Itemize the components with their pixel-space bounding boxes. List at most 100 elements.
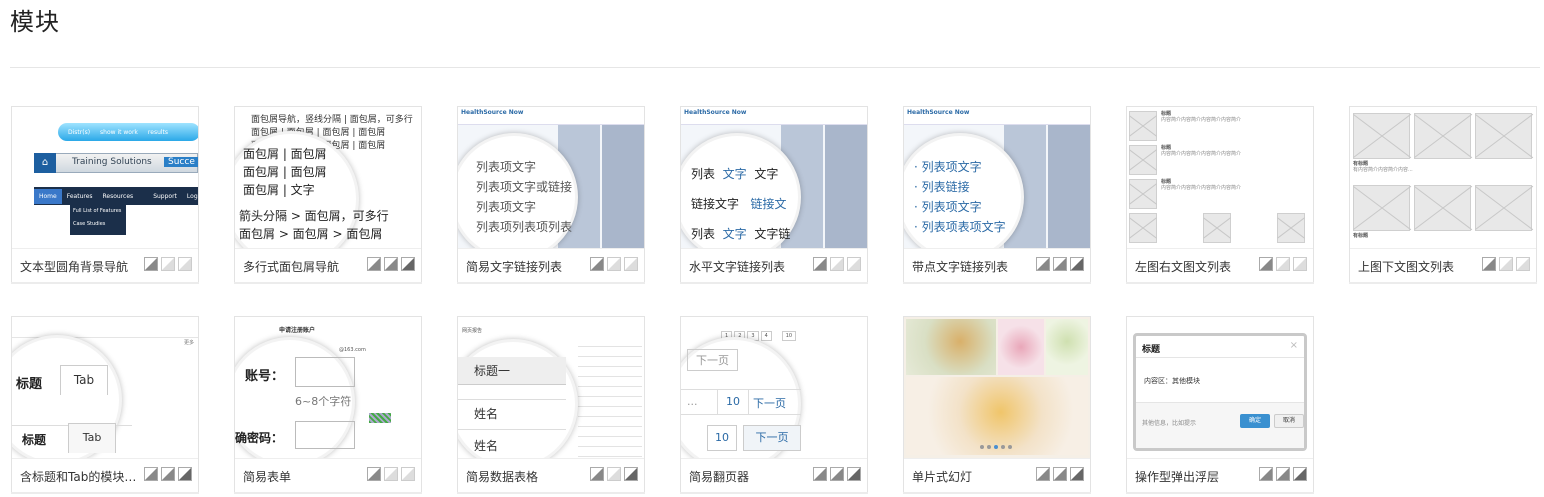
module-card[interactable]: 更多 标题 Tab 标题 Tab 含标题和Tab的模块…	[11, 316, 199, 492]
diagonal-icon[interactable]	[367, 257, 381, 271]
next-button[interactable]: 下一页	[753, 395, 786, 411]
table-caption: 网页报告	[462, 328, 483, 334]
corner-icon[interactable]	[1516, 257, 1530, 271]
module-card[interactable]: HealthSource Now 列表 文字 文字 链接文字 链接文 列表 文字…	[680, 106, 868, 282]
card-label: 水平文字链接列表	[689, 260, 786, 274]
step-icon[interactable]	[1276, 257, 1290, 271]
corner-icon[interactable]	[1293, 257, 1307, 271]
corner-icon[interactable]	[1070, 257, 1084, 271]
corner-icon[interactable]	[624, 467, 638, 481]
arrow-step: Training Solutions	[72, 157, 152, 167]
corner-icon[interactable]	[847, 467, 861, 481]
step-icon[interactable]	[830, 257, 844, 271]
diagonal-icon[interactable]	[1036, 257, 1050, 271]
pill-item: Distr(s)	[68, 128, 91, 136]
list-link: 文字	[722, 167, 747, 181]
thumbnail-top-image-list: 有标题 有内容简介内容简介内容... 有标题	[1350, 107, 1536, 248]
list-item: 列表项文字	[476, 160, 537, 174]
card-icons	[1259, 467, 1307, 481]
card-label: 含标题和Tab的模块…	[20, 470, 137, 484]
cancel-button[interactable]: 取消	[1274, 414, 1304, 428]
thumbnail-simple-link-list: HealthSource Now 列表项文字 列表项文字或链接 列表项文字 列表…	[458, 107, 644, 248]
corner-icon[interactable]	[401, 467, 415, 481]
page-num[interactable]: 10	[707, 425, 737, 451]
diagonal-icon[interactable]	[813, 257, 827, 271]
corner-icon[interactable]	[1070, 467, 1084, 481]
module-card[interactable]: 标题 × 内容区：其他模块 其他信息，比如提示 确定 取消 操作型弹出浮层	[1126, 316, 1314, 492]
captcha-image	[369, 413, 391, 423]
diagonal-icon[interactable]	[144, 257, 158, 271]
step-icon[interactable]	[1276, 467, 1290, 481]
breadcrumb-large: 面包屑 | 面包屑	[243, 165, 327, 179]
field-hint: 6~8个字符	[295, 395, 352, 408]
list-link: 列表链接	[921, 180, 970, 194]
ok-button[interactable]: 确定	[1240, 414, 1270, 428]
diagonal-icon[interactable]	[144, 467, 158, 481]
divider	[10, 67, 1540, 68]
next-button-disabled[interactable]: 下一页	[687, 349, 738, 371]
step-icon[interactable]	[161, 257, 175, 271]
tab[interactable]: Tab	[68, 423, 116, 453]
step-icon[interactable]	[607, 257, 621, 271]
page-num[interactable]: 10	[717, 389, 749, 415]
step-icon[interactable]	[1053, 257, 1067, 271]
list-item: 列表项文字或链接	[476, 180, 573, 194]
table-cell: 姓名	[474, 439, 499, 453]
corner-icon[interactable]	[624, 257, 638, 271]
thumbnail-slideshow	[904, 317, 1090, 458]
item-desc: 有内容简介内容简介内容...	[1353, 167, 1413, 173]
step-icon[interactable]	[384, 467, 398, 481]
step-icon[interactable]	[1499, 257, 1513, 271]
card-label: 操作型弹出浮层	[1135, 470, 1220, 484]
module-card[interactable]: 面包屑导航，竖线分隔 | 面包屑，可多行 面包屑 | 面包屑 | 面包屑 | 面…	[234, 106, 422, 282]
item-desc: 内容简介内容简介内容简介内容简介	[1161, 185, 1242, 191]
module-card[interactable]: 网页报告 标题一 姓名 姓名 简易数据表格	[457, 316, 645, 492]
card-icons	[590, 257, 638, 271]
next-button[interactable]: 下一页	[743, 425, 801, 451]
diagonal-icon[interactable]	[590, 467, 604, 481]
module-card[interactable]: 单片式幻灯	[903, 316, 1091, 492]
list-link: 链接文	[750, 197, 787, 211]
breadcrumb-large: 面包屑 | 文字	[243, 183, 315, 197]
card-icons	[144, 467, 192, 481]
page-num[interactable]: 4	[760, 331, 772, 341]
module-card[interactable]: HealthSource Now 列表项文字 列表项文字或链接 列表项文字 列表…	[457, 106, 645, 282]
step-icon[interactable]	[1053, 467, 1067, 481]
slide-dots[interactable]	[980, 445, 1012, 449]
diagonal-icon[interactable]	[1036, 467, 1050, 481]
module-card[interactable]: Distr(s) show it work results ⌂ Training…	[11, 106, 199, 282]
list-item: 列表	[691, 227, 716, 241]
module-card[interactable]: 标题 内容简介内容简介内容简介内容简介 标题 内容简介内容简介内容简介内容简介 …	[1126, 106, 1314, 282]
module-card[interactable]: 有标题 有内容简介内容简介内容... 有标题 上图下文图文列表	[1349, 106, 1537, 282]
corner-icon[interactable]	[1293, 467, 1307, 481]
dialog-content: 内容区：其他模块	[1144, 377, 1200, 385]
diagonal-icon[interactable]	[1259, 257, 1273, 271]
step-icon[interactable]	[607, 467, 621, 481]
corner-icon[interactable]	[178, 467, 192, 481]
module-card[interactable]: 申请注册账户 @163.com 账号： 6~8个字符 确密码： 简易表单	[234, 316, 422, 492]
account-input[interactable]	[295, 357, 355, 387]
corner-icon[interactable]	[401, 257, 415, 271]
corner-icon[interactable]	[178, 257, 192, 271]
card-icons	[1259, 257, 1307, 271]
step-icon[interactable]	[830, 467, 844, 481]
corner-icon[interactable]	[847, 257, 861, 271]
module-card[interactable]: 1 2 3 4 10 下一页 ... 10 下一页 10 下一页 简易翻页器	[680, 316, 868, 492]
close-icon[interactable]: ×	[1290, 340, 1298, 351]
diagonal-icon[interactable]	[367, 467, 381, 481]
step-icon[interactable]	[161, 467, 175, 481]
password-input[interactable]	[295, 421, 355, 449]
tab[interactable]: Tab	[60, 365, 108, 395]
module-card[interactable]: HealthSource Now · 列表项文字 · 列表链接 · 列表项文字 …	[903, 106, 1091, 282]
step-icon[interactable]	[384, 257, 398, 271]
diagonal-icon[interactable]	[590, 257, 604, 271]
list-item: 文字链	[754, 227, 791, 241]
page-num[interactable]: 10	[781, 331, 797, 341]
card-icons	[144, 257, 192, 271]
diagonal-icon[interactable]	[1259, 467, 1273, 481]
card-label: 带点文字链接列表	[912, 260, 1009, 274]
breadcrumb-large: 面包屑 | 面包屑	[243, 147, 327, 161]
diagonal-icon[interactable]	[1482, 257, 1496, 271]
nav-item: Login	[186, 192, 198, 200]
diagonal-icon[interactable]	[813, 467, 827, 481]
